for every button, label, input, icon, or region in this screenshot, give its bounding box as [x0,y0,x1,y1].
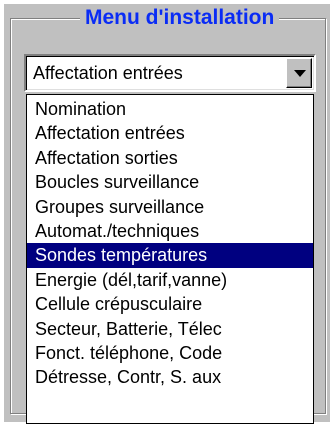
list-item[interactable]: Fonct. téléphone, Code [27,341,313,365]
list-item[interactable]: Affectation entrées [27,121,313,145]
dropdown-list[interactable]: Nomination Affectation entrées Affectati… [26,94,314,424]
chevron-down-icon [294,70,306,77]
combobox-value: Affectation entrées [33,63,183,83]
list-item[interactable]: Groupes surveillance [27,195,313,219]
menu-combobox[interactable]: Affectation entrées [24,54,316,92]
list-item-selected[interactable]: Sondes températures [27,243,313,268]
list-item[interactable]: Nomination [27,97,313,121]
list-item[interactable]: Automat./techniques [27,219,313,243]
list-item[interactable]: Energie (dél,tarif,vanne) [27,268,313,292]
list-item[interactable]: Détresse, Contr, S. aux [27,365,313,389]
installation-menu-panel: Menu d'installation Affectation entrées … [4,4,330,424]
list-item[interactable]: Boucles surveillance [27,170,313,194]
dropdown-button[interactable] [286,58,312,88]
list-item[interactable]: Secteur, Batterie, Télec [27,317,313,341]
list-item[interactable]: Affectation sorties [27,146,313,170]
list-item[interactable]: Cellule crépusculaire [27,292,313,316]
menu-title: Menu d'installation [80,5,280,31]
